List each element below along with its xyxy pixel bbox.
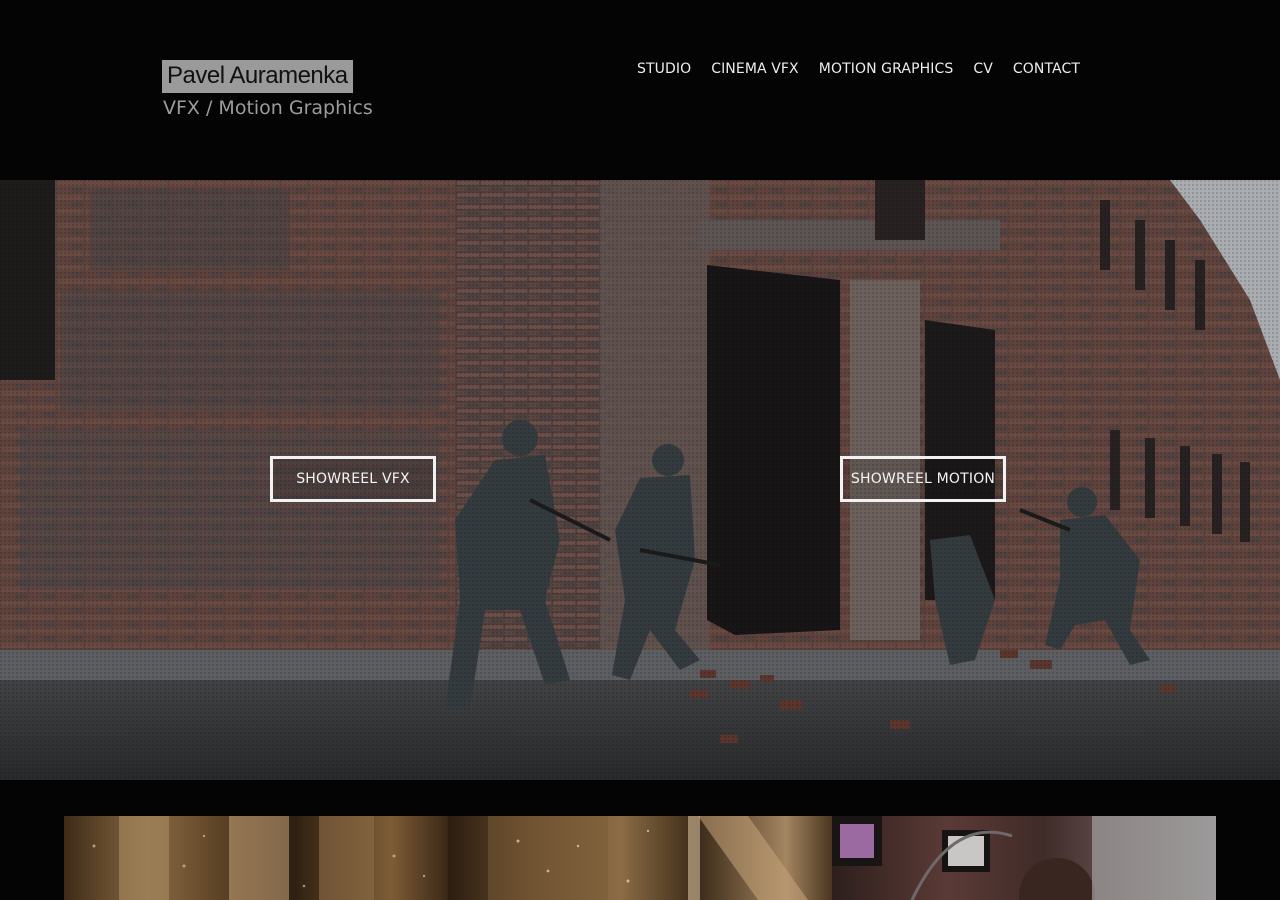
project-thumbnail-3[interactable]: [832, 816, 1216, 900]
project-thumbnail-1[interactable]: [64, 816, 448, 900]
hero-banner: SHOWREEL VFX SHOWREEL MOTION: [0, 180, 1280, 780]
nav-item-motion-graphics[interactable]: MOTION GRAPHICS: [809, 60, 964, 78]
logo-subtitle: VFX / Motion Graphics: [163, 97, 373, 119]
nav-item-cinema-vfx[interactable]: CINEMA VFX: [701, 60, 809, 78]
project-thumbnails: [64, 816, 1216, 900]
showreel-vfx-button[interactable]: SHOWREEL VFX: [270, 456, 436, 502]
main-nav: STUDIO CINEMA VFX MOTION GRAPHICS CV CON…: [627, 60, 1080, 78]
project-thumbnail-2[interactable]: [448, 816, 832, 900]
thumbnail-image-3: [832, 816, 1216, 900]
nav-item-studio[interactable]: STUDIO: [627, 60, 701, 78]
thumbnail-image-1: [92, 816, 426, 900]
site-header: Pavel Auramenka VFX / Motion Graphics ST…: [0, 0, 1280, 180]
site-logo[interactable]: Pavel Auramenka VFX / Motion Graphics: [162, 60, 373, 120]
showreel-motion-button[interactable]: SHOWREEL MOTION: [840, 456, 1006, 502]
hero-image: [0, 180, 1280, 780]
thumbnail-image-2: [488, 816, 808, 900]
nav-item-contact[interactable]: CONTACT: [1003, 60, 1080, 78]
nav-item-cv[interactable]: CV: [963, 60, 1003, 78]
logo-name[interactable]: Pavel Auramenka: [162, 60, 353, 93]
